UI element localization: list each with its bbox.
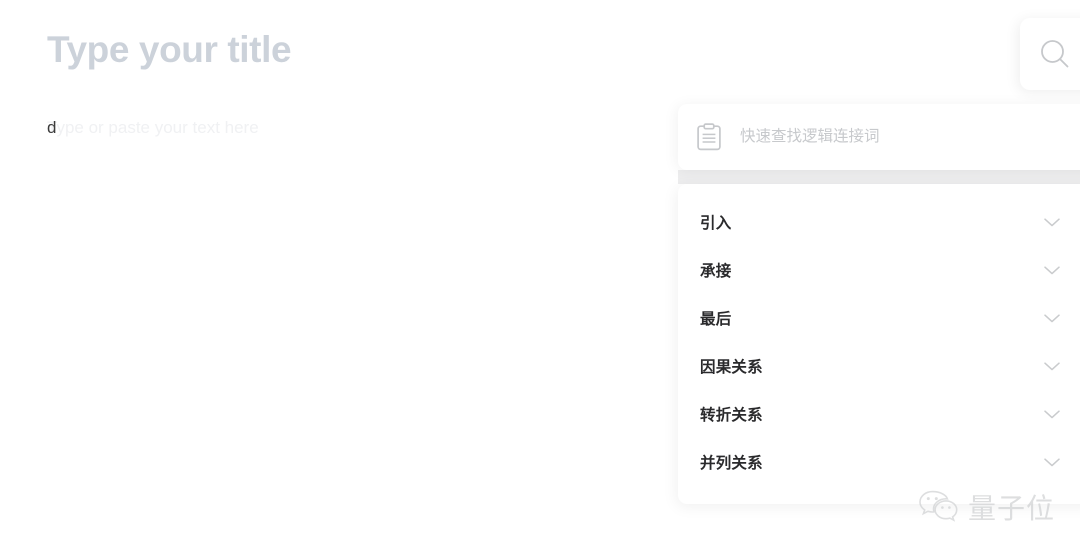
- chevron-down-icon[interactable]: [1044, 217, 1060, 227]
- category-label: 转折关系: [700, 407, 763, 424]
- category-row-5[interactable]: 并列关系: [678, 438, 1080, 486]
- logic-connector-panel: 引入 承接 最后 因果关系: [678, 104, 1080, 504]
- connector-category-list: 引入 承接 最后 因果关系 转折关系 并列关系: [678, 184, 1080, 504]
- category-row-2[interactable]: 最后: [678, 294, 1080, 342]
- watermark-text: 量子位: [968, 491, 1056, 525]
- category-row-0[interactable]: 引入: [678, 198, 1080, 246]
- search-icon: [1038, 37, 1072, 71]
- chevron-down-icon[interactable]: [1044, 313, 1060, 323]
- body-placeholder: Type or paste your text here: [47, 118, 259, 137]
- connector-search-card[interactable]: [678, 104, 1080, 170]
- chevron-down-icon[interactable]: [1044, 409, 1060, 419]
- category-row-3[interactable]: 因果关系: [678, 342, 1080, 390]
- category-row-4[interactable]: 转折关系: [678, 390, 1080, 438]
- category-label: 因果关系: [700, 359, 763, 376]
- panel-divider: [678, 170, 1080, 184]
- chevron-down-icon[interactable]: [1044, 265, 1060, 275]
- category-label: 引入: [700, 215, 732, 232]
- chevron-down-icon[interactable]: [1044, 457, 1060, 467]
- document-editor[interactable]: Type your title Type or paste your text …: [0, 0, 680, 556]
- category-label: 承接: [700, 263, 732, 280]
- wechat-icon: [918, 489, 960, 528]
- watermark: 量子位: [918, 489, 1055, 528]
- title-placeholder[interactable]: Type your title: [47, 27, 292, 73]
- clipboard-icon: [696, 123, 740, 151]
- chevron-down-icon[interactable]: [1044, 361, 1060, 371]
- connector-search-input[interactable]: [740, 122, 1080, 152]
- body-typed-text: d: [47, 118, 57, 137]
- search-fab-button[interactable]: [1020, 18, 1080, 90]
- category-row-1[interactable]: 承接: [678, 246, 1080, 294]
- category-label: 最后: [700, 311, 732, 328]
- category-label: 并列关系: [700, 455, 763, 472]
